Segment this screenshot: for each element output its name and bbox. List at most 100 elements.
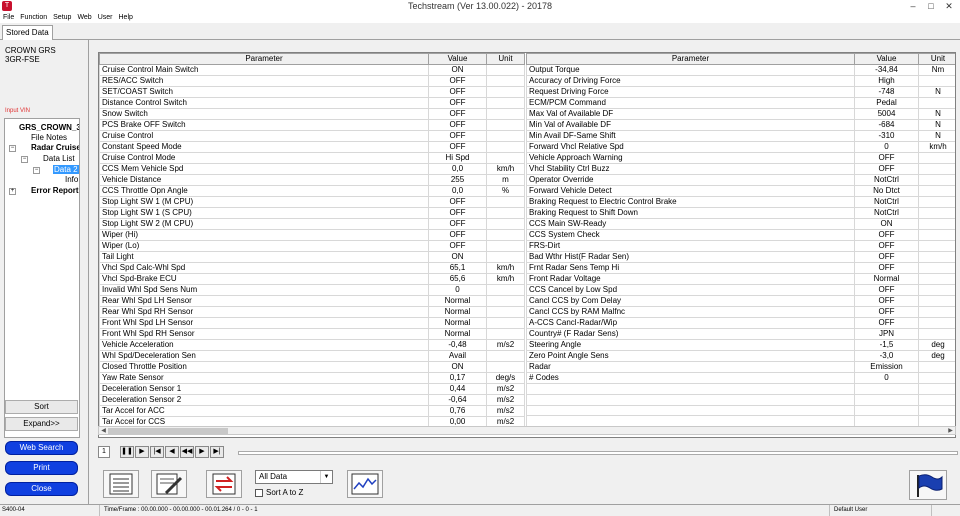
step-back-icon[interactable]: ◀ [165,446,179,458]
table-row[interactable]: Country# (F Radar Sens) JPN [526,328,955,340]
table-row[interactable]: Stop Light SW 2 (M CPU) OFF [99,218,525,230]
table-row[interactable]: CCS Mem Vehicle Spd 0,0 km/h [99,163,525,175]
table-row[interactable]: Min Val of Available DF -684 N [526,119,955,131]
tree-root[interactable]: GRS_CROWN_3 [19,123,79,133]
table-row[interactable]: Wiper (Hi) OFF [99,229,525,241]
expand-button[interactable]: Expand>> [5,417,78,431]
menu-help[interactable]: Help [116,12,136,23]
table-row[interactable]: Front Whl Spd RH Sensor Normal [99,328,525,340]
table-row[interactable]: Tar Accel for ACC 0,76 m/s2 [99,405,525,417]
sort-a-to-z-checkbox[interactable]: Sort A to Z [255,488,303,498]
table-row[interactable]: Operator Override NotCtrl [526,174,955,186]
scrollbar-thumb[interactable] [108,428,228,434]
table-row[interactable]: A-CCS Cancl-Radar/Wip OFF [526,317,955,329]
pause-icon[interactable]: ❚❚ [120,446,134,458]
table-row[interactable]: Cancl CCS by Com Delay OFF [526,295,955,307]
menu-file[interactable]: File [0,12,17,23]
table-row[interactable]: Tail Light ON [99,251,525,263]
table-row[interactable] [526,404,955,417]
close-button[interactable]: Close [5,482,78,496]
table-row[interactable]: Vehicle Approach Warning OFF [526,152,955,164]
table-row[interactable]: Closed Throttle Position ON [99,361,525,373]
column-header-parameter[interactable]: Parameter [526,53,855,65]
collapse-icon[interactable]: − [9,145,16,152]
table-row[interactable]: Frnt Radar Sens Temp Hi OFF [526,262,955,274]
table-row[interactable] [526,393,955,406]
column-header-parameter[interactable]: Parameter [99,53,429,65]
table-row[interactable]: Snow Switch OFF [99,108,525,120]
table-row[interactable]: Vhcl Stability Ctrl Buzz OFF [526,163,955,175]
table-row[interactable]: Braking Request to Electric Control Brak… [526,196,955,208]
menu-web[interactable]: Web [74,12,94,23]
tree-info[interactable]: Info [65,175,78,185]
checkbox-icon[interactable] [255,488,263,497]
table-row[interactable]: Steering Angle -1,5 deg [526,339,955,351]
table-row[interactable]: Forward Vehicle Detect No Dtct [526,185,955,197]
table-row[interactable]: Braking Request to Shift Down NotCtrl [526,207,955,219]
table-row[interactable]: Cruise Control Main Switch ON [99,64,525,76]
table-row[interactable]: Forward Vhcl Relative Spd 0 km/h [526,141,955,153]
close-window-button[interactable]: ✕ [940,0,958,12]
web-search-button[interactable]: Web Search [5,441,78,455]
table-row[interactable]: Min Avail DF-Same Shift -310 N [526,130,955,142]
rewind-icon[interactable]: ◀◀ [180,446,194,458]
column-header-value[interactable]: Value [428,53,487,65]
edit-list-button[interactable] [151,470,187,498]
tree-data-2-label[interactable]: Data 2 [53,165,79,174]
print-button[interactable]: Print [5,461,78,475]
table-row[interactable]: Deceleration Sensor 1 0,44 m/s2 [99,383,525,395]
tree-data-2[interactable]: Data 2 [53,165,79,175]
table-row[interactable]: CCS System Check OFF [526,229,955,241]
graph-button[interactable] [347,470,383,498]
dropdown-arrow-icon[interactable]: ▼ [320,471,332,483]
tab-stored-data[interactable]: Stored Data [2,25,53,40]
table-row[interactable]: CCS Cancel by Low Spd OFF [526,284,955,296]
menu-user[interactable]: User [95,12,116,23]
table-row[interactable]: Wiper (Lo) OFF [99,240,525,252]
table-row[interactable]: Cruise Control Mode Hi Spd [99,152,525,164]
table-row[interactable]: Radar Emission [526,361,955,373]
table-row[interactable]: Max Val of Available DF 5004 N [526,108,955,120]
horizontal-scrollbar[interactable]: ◀ ▶ [98,426,956,435]
minimize-button[interactable]: – [904,0,922,12]
table-row[interactable]: Zero Point Angle Sens -3,0 deg [526,350,955,362]
table-row[interactable]: Constant Speed Mode OFF [99,141,525,153]
table-row[interactable]: Cruise Control OFF [99,130,525,142]
table-row[interactable]: Vehicle Acceleration -0,48 m/s2 [99,339,525,351]
collapse-icon[interactable]: − [33,167,40,174]
collapse-icon[interactable]: − [21,156,28,163]
input-vin-label[interactable]: Input VIN [5,108,30,114]
table-row[interactable]: Vhcl Spd-Brake ECU 65,6 km/h [99,273,525,285]
expand-icon[interactable]: + [9,188,16,195]
table-row[interactable]: Whl Spd/Deceleration Sen Avail [99,350,525,362]
scroll-left-icon[interactable]: ◀ [99,427,108,435]
table-row[interactable]: RES/ACC Switch OFF [99,75,525,87]
tree-error-report[interactable]: Error Report [31,186,79,196]
data-list-view-button[interactable] [103,470,139,498]
table-row[interactable]: CCS Main SW-Ready ON [526,218,955,230]
tree-radar-cruise[interactable]: Radar Cruise [31,143,79,153]
table-row[interactable]: Invalid Whl Spd Sens Num 0 [99,284,525,296]
table-row[interactable]: Yaw Rate Sensor 0,17 deg/s [99,372,525,384]
table-row[interactable]: Distance Control Switch OFF [99,97,525,109]
table-row[interactable]: PCS Brake OFF Switch OFF [99,119,525,131]
tree-data-list[interactable]: Data List [43,154,75,164]
table-row[interactable]: Stop Light SW 1 (S CPU) OFF [99,207,525,219]
swap-data-button[interactable] [206,470,242,498]
table-row[interactable]: Front Whl Spd LH Sensor Normal [99,317,525,329]
table-row[interactable]: Accuracy of Driving Force High [526,75,955,87]
table-row[interactable]: Vhcl Spd Calc-Whl Spd 65,1 km/h [99,262,525,274]
column-header-unit[interactable]: Unit [486,53,525,65]
frame-number[interactable]: 1 [98,446,110,458]
table-row[interactable]: Bad Wthr Hist(F Radar Sen) OFF [526,251,955,263]
table-row[interactable]: Front Radar Voltage Normal [526,273,955,285]
skip-end-icon[interactable]: ▶| [210,446,224,458]
table-row[interactable]: Vehicle Distance 255 m [99,174,525,186]
step-forward-icon[interactable]: ▶ [195,446,209,458]
scroll-right-icon[interactable]: ▶ [946,427,955,435]
table-row[interactable]: SET/COAST Switch OFF [99,86,525,98]
play-icon[interactable]: ▶ [135,446,149,458]
table-row[interactable]: Deceleration Sensor 2 -0,64 m/s2 [99,394,525,406]
skip-start-icon[interactable]: |◀ [150,446,164,458]
table-row[interactable]: FRS-Dirt OFF [526,240,955,252]
